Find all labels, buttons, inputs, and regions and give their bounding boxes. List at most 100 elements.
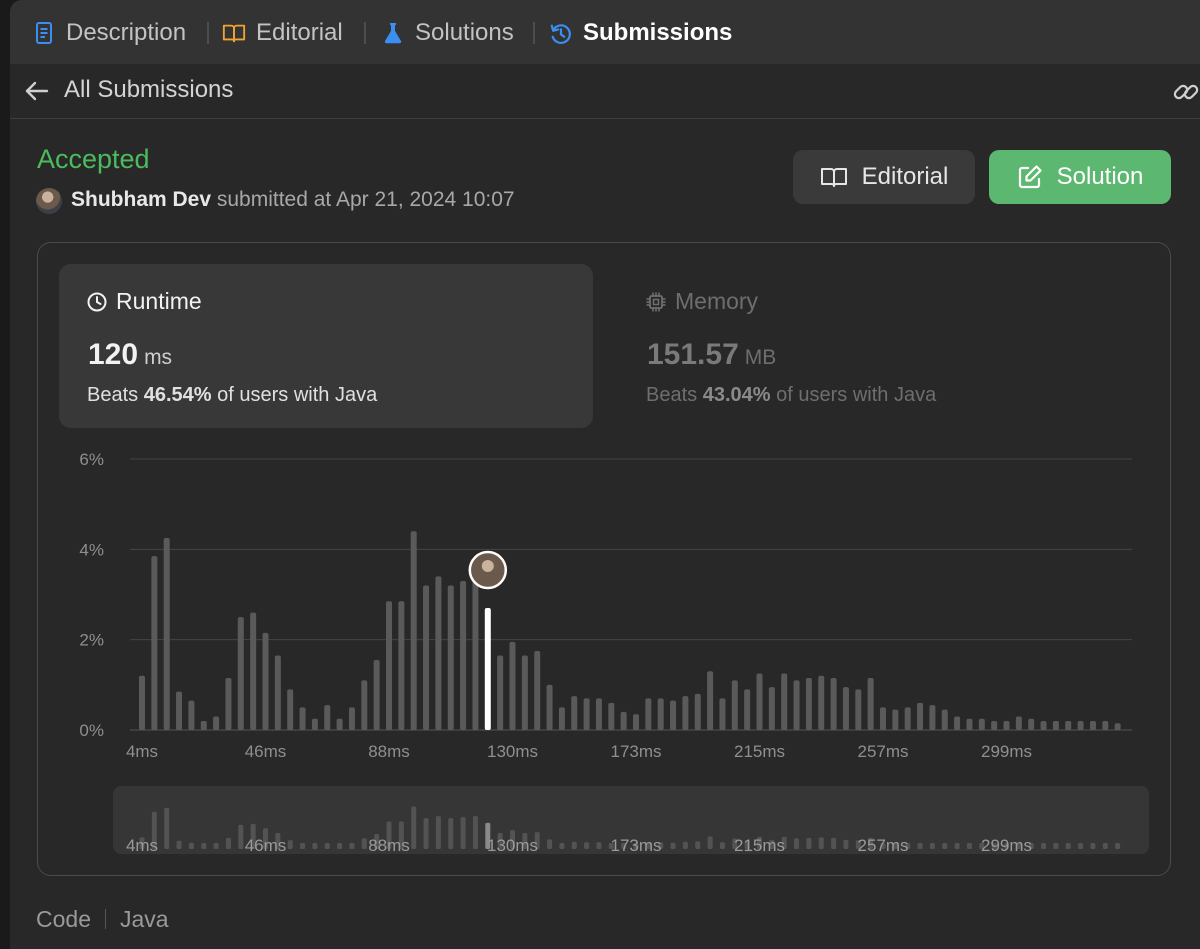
chart-bar[interactable] <box>163 538 170 730</box>
chart-bar[interactable] <box>1089 720 1096 730</box>
chart-bar[interactable] <box>645 698 652 730</box>
chart-bar[interactable] <box>1028 718 1035 730</box>
chart-bar[interactable] <box>336 718 343 730</box>
chart-bar[interactable] <box>386 601 392 730</box>
chart-bar[interactable] <box>917 702 924 730</box>
chart-bar[interactable] <box>423 585 430 730</box>
chart-bar[interactable] <box>324 705 331 730</box>
solution-button[interactable]: Solution <box>989 150 1171 204</box>
chart-bar[interactable] <box>546 684 553 730</box>
chart-bar[interactable] <box>225 678 232 730</box>
chart-bar[interactable] <box>892 709 899 730</box>
chart-bar[interactable] <box>1102 720 1109 730</box>
chart-bar[interactable] <box>410 531 417 730</box>
chart-bar[interactable] <box>299 707 306 730</box>
chart-bar[interactable] <box>1015 716 1022 730</box>
chart-bar[interactable] <box>966 718 973 730</box>
chart-bar[interactable] <box>670 700 677 730</box>
chart-bar[interactable] <box>188 700 195 730</box>
chart-bar[interactable] <box>1003 720 1010 730</box>
chart-bar[interactable] <box>707 671 714 730</box>
chart-bar[interactable] <box>435 576 442 730</box>
chart-bar[interactable] <box>460 580 467 730</box>
runtime-distribution-chart[interactable]: 0% 2% 4% 6% 4ms 46ms 88ms 130ms 173ms 215ms 257ms 2… <box>38 243 1170 875</box>
chart-bar[interactable] <box>818 675 825 730</box>
chart-bar[interactable] <box>237 617 244 730</box>
chart-bar[interactable] <box>633 714 639 730</box>
chart-bar[interactable] <box>657 698 664 730</box>
chart-bar[interactable] <box>867 678 874 730</box>
chart-bar[interactable] <box>509 641 516 730</box>
chart-bar[interactable] <box>287 689 294 730</box>
chart-bar[interactable] <box>781 673 788 730</box>
tab-editorial[interactable]: Editorial <box>222 18 343 48</box>
chart-bar[interactable] <box>744 689 751 730</box>
chart-bar[interactable] <box>620 711 627 730</box>
chart-bar[interactable] <box>682 696 689 730</box>
y-tick-label: 2% <box>79 631 104 650</box>
tab-solutions[interactable]: Solutions <box>381 18 514 48</box>
chart-bar[interactable] <box>991 720 998 730</box>
chart-bar[interactable] <box>1040 720 1047 730</box>
code-label: Code <box>36 906 91 932</box>
x-tick-label: 46ms <box>245 742 287 761</box>
mini-chart-bar <box>361 838 367 849</box>
chart-bar[interactable] <box>151 556 158 730</box>
avatar[interactable] <box>36 188 62 214</box>
link-icon[interactable] <box>1172 78 1200 106</box>
tab-description[interactable]: Description <box>32 18 186 48</box>
chart-bar[interactable] <box>1077 720 1084 730</box>
chart-bar[interactable] <box>250 612 257 730</box>
chart-bar[interactable] <box>608 702 615 730</box>
chart-bar[interactable] <box>880 707 886 730</box>
chart-bar[interactable] <box>855 689 862 730</box>
description-icon <box>32 21 56 45</box>
tab-divider <box>207 22 209 44</box>
chart-bar-highlight[interactable] <box>484 608 491 730</box>
chart-bar[interactable] <box>176 691 183 730</box>
chart-bar[interactable] <box>583 698 590 730</box>
chart-bar[interactable] <box>497 655 504 730</box>
chart-bar[interactable] <box>954 716 961 730</box>
chart-bar[interactable] <box>719 698 726 730</box>
chart-bar[interactable] <box>756 673 763 730</box>
chart-bar[interactable] <box>904 707 911 730</box>
chart-bar[interactable] <box>929 705 936 730</box>
username[interactable]: Shubham Dev <box>71 188 211 211</box>
chart-bar[interactable] <box>139 675 145 730</box>
chart-bar[interactable] <box>978 718 985 730</box>
chart-bar[interactable] <box>571 696 578 730</box>
back-arrow-icon[interactable] <box>24 79 50 103</box>
chart-bar[interactable] <box>534 650 541 730</box>
mini-chart-bar <box>1090 843 1096 849</box>
chart-bar[interactable] <box>830 678 837 730</box>
chart-bar[interactable] <box>472 576 479 730</box>
chart-bar[interactable] <box>1052 720 1059 730</box>
all-submissions-link[interactable]: All Submissions <box>64 76 233 104</box>
chart-bar[interactable] <box>200 720 207 730</box>
chart-bar[interactable] <box>1114 723 1121 730</box>
chart-bar[interactable] <box>447 585 454 730</box>
chart-bar[interactable] <box>842 687 849 730</box>
chart-bar[interactable] <box>373 659 380 730</box>
chart-bar[interactable] <box>793 680 800 730</box>
editorial-button[interactable]: Editorial <box>793 150 975 204</box>
mini-chart-bar <box>287 840 293 849</box>
chart-bar[interactable] <box>941 709 948 730</box>
chart-bar[interactable] <box>805 678 812 730</box>
chart-bar[interactable] <box>731 680 738 730</box>
chart-bar[interactable] <box>768 687 775 730</box>
chart-bar[interactable] <box>558 707 565 730</box>
tab-submissions[interactable]: Submissions <box>549 18 732 48</box>
chart-bar[interactable] <box>1065 720 1072 730</box>
chart-bar[interactable] <box>274 655 281 730</box>
chart-bar[interactable] <box>213 716 220 730</box>
chart-bar[interactable] <box>694 693 701 730</box>
chart-bar[interactable] <box>262 632 269 730</box>
chart-bar[interactable] <box>398 601 405 730</box>
chart-bar[interactable] <box>521 655 528 730</box>
chart-bar[interactable] <box>595 698 602 730</box>
chart-bar[interactable] <box>348 707 355 730</box>
chart-bar[interactable] <box>361 680 368 730</box>
chart-bar[interactable] <box>311 718 318 730</box>
